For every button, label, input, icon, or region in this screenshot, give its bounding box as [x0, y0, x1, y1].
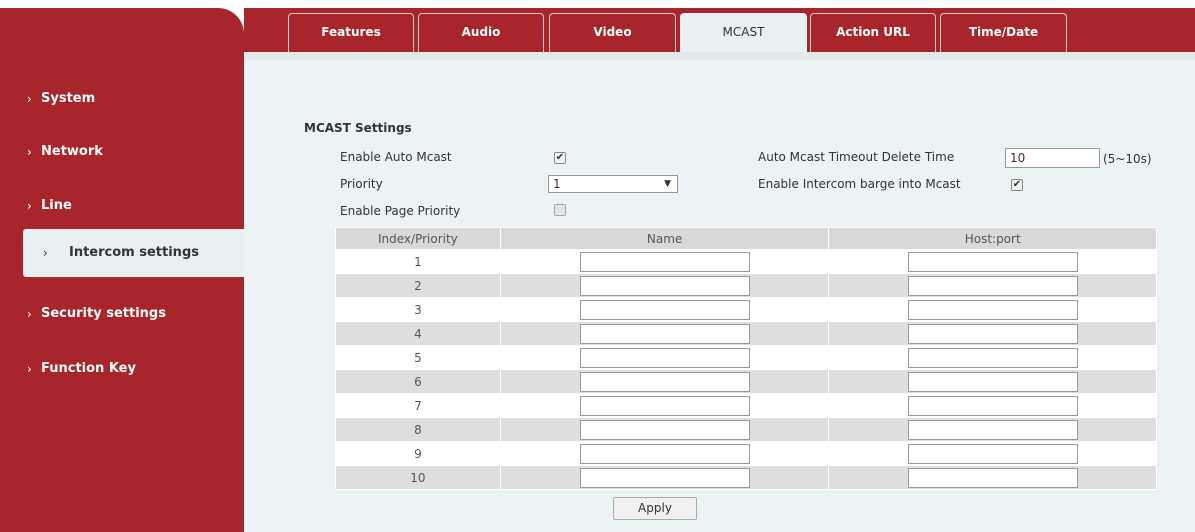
row-index: 8 — [335, 417, 501, 442]
host-port-input[interactable] — [907, 467, 1078, 488]
sidebar-item-label: Security settings — [41, 306, 166, 321]
chevron-right-icon: › — [27, 92, 32, 106]
name-input[interactable] — [579, 371, 750, 392]
sidebar-item-network[interactable]: › Network — [0, 132, 244, 172]
name-input[interactable] — [579, 275, 750, 296]
table-row: 2 — [335, 273, 1157, 298]
host-port-input[interactable] — [907, 251, 1078, 272]
chevron-right-icon: › — [27, 307, 32, 321]
table-row: 1 — [335, 249, 1157, 274]
timeout-label: Auto Mcast Timeout Delete Time — [758, 150, 955, 164]
host-port-input[interactable] — [907, 323, 1078, 344]
row-index: 9 — [335, 441, 501, 466]
table-row: 10 — [335, 465, 1157, 490]
sidebar-item-label: Line — [41, 198, 72, 213]
row-index: 5 — [335, 345, 501, 370]
name-input[interactable] — [579, 467, 750, 488]
sidebar-item-label: Intercom settings — [69, 245, 199, 260]
chevron-right-icon: › — [27, 362, 32, 376]
enable-page-priority-checkbox[interactable] — [554, 204, 566, 216]
table-row: 9 — [335, 441, 1157, 466]
tab-video[interactable]: Video — [549, 13, 676, 52]
sidebar-item-label: System — [41, 91, 96, 106]
enable-page-priority-label: Enable Page Priority — [340, 204, 461, 218]
table-row: 3 — [335, 297, 1157, 322]
apply-button[interactable]: Apply — [613, 497, 697, 520]
tab-action-url[interactable]: Action URL — [810, 13, 936, 52]
sidebar-item-label: Network — [41, 144, 103, 159]
name-input[interactable] — [579, 323, 750, 344]
name-input[interactable] — [579, 251, 750, 272]
name-input[interactable] — [579, 347, 750, 368]
chevron-right-icon: › — [27, 199, 32, 213]
priority-label: Priority — [340, 177, 383, 191]
tab-mcast[interactable]: MCAST — [680, 13, 807, 52]
mcast-table: Index/Priority Name Host:port 1 2 3 4 5 … — [335, 227, 1157, 490]
enable-auto-mcast-checkbox[interactable]: ✔ — [554, 152, 566, 164]
host-port-input[interactable] — [907, 371, 1078, 392]
row-index: 3 — [335, 297, 501, 322]
tab-features[interactable]: Features — [288, 13, 414, 52]
sidebar-item-security-settings[interactable]: › Security settings — [0, 294, 244, 334]
host-port-input[interactable] — [907, 395, 1078, 416]
sidebar: › System › Network › Line › Intercom setting… — [0, 8, 244, 532]
host-port-input[interactable] — [907, 347, 1078, 368]
chevron-right-icon: › — [27, 145, 32, 159]
name-input[interactable] — [579, 443, 750, 464]
tab-bar: Features Audio Video MCAST Action URL Ti… — [244, 8, 1195, 52]
tab-audio[interactable]: Audio — [418, 13, 544, 52]
barge-label: Enable Intercom barge into Mcast — [758, 177, 961, 191]
row-index: 4 — [335, 321, 501, 346]
col-header-index: Index/Priority — [335, 227, 501, 250]
host-port-input[interactable] — [907, 443, 1078, 464]
tab-time-date[interactable]: Time/Date — [940, 13, 1067, 52]
col-header-host: Host:port — [828, 227, 1157, 250]
host-port-input[interactable] — [907, 275, 1078, 296]
row-index: 7 — [335, 393, 501, 418]
host-port-input[interactable] — [907, 299, 1078, 320]
table-row: 6 — [335, 369, 1157, 394]
sidebar-item-intercom-settings[interactable]: › Intercom settings — [23, 229, 244, 277]
name-input[interactable] — [579, 395, 750, 416]
sidebar-item-function-key[interactable]: › Function Key — [0, 349, 244, 389]
name-input[interactable] — [579, 299, 750, 320]
table-row: 7 — [335, 393, 1157, 418]
barge-checkbox[interactable]: ✔ — [1011, 179, 1023, 191]
sidebar-item-system[interactable]: › System — [0, 79, 244, 119]
row-index: 6 — [335, 369, 501, 394]
sidebar-item-label: Function Key — [41, 361, 136, 376]
timeout-range-hint: (5~10s) — [1103, 152, 1152, 166]
row-index: 2 — [335, 273, 501, 298]
enable-auto-mcast-label: Enable Auto Mcast — [340, 150, 452, 164]
tab-bar-underline — [244, 52, 1195, 60]
priority-select-value: 1 — [553, 177, 561, 191]
chevron-right-icon: › — [43, 246, 48, 260]
sidebar-item-line[interactable]: › Line — [0, 186, 244, 226]
priority-select[interactable]: 1 ▼ — [548, 175, 678, 193]
table-row: 4 — [335, 321, 1157, 346]
host-port-input[interactable] — [907, 419, 1078, 440]
row-index: 1 — [335, 249, 501, 274]
table-row: 5 — [335, 345, 1157, 370]
row-index: 10 — [335, 465, 501, 490]
col-header-name: Name — [499, 227, 830, 250]
name-input[interactable] — [579, 419, 750, 440]
timeout-input[interactable]: 10 — [1005, 148, 1100, 168]
table-row: 8 — [335, 417, 1157, 442]
section-title: MCAST Settings — [304, 121, 412, 135]
dropdown-arrow-icon: ▼ — [664, 179, 671, 189]
